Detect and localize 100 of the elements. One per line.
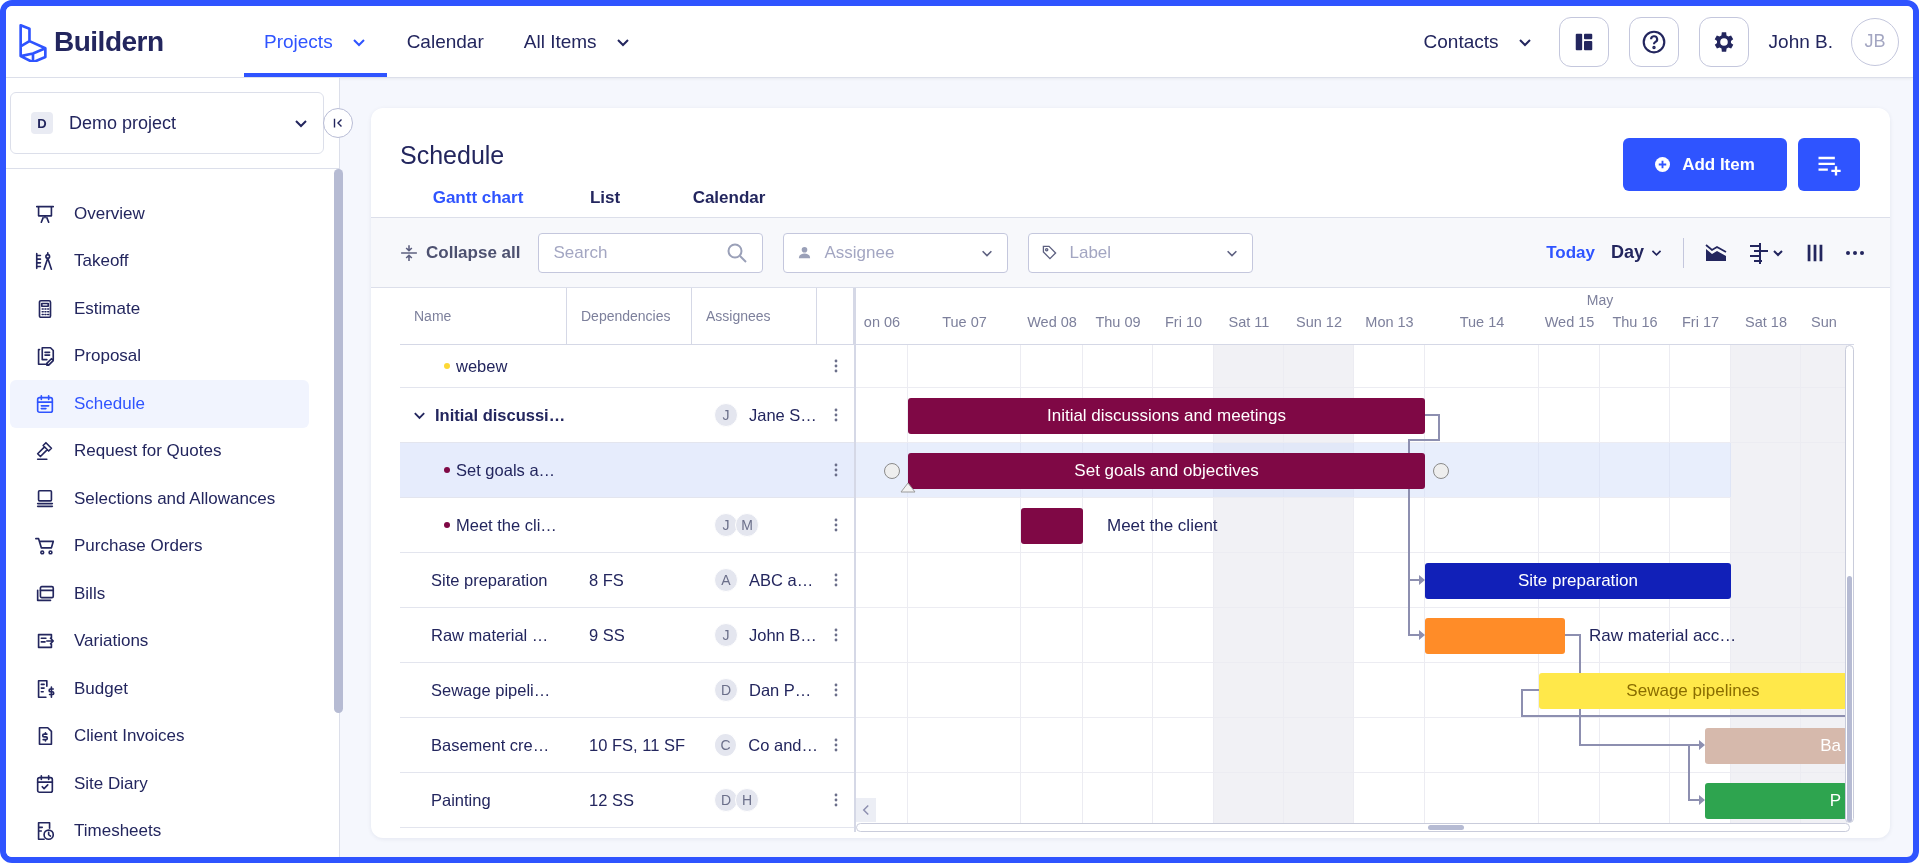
sidebar-item[interactable]: Client Invoices <box>10 712 309 760</box>
day-label: Thu 16 <box>1611 314 1659 330</box>
sidebar-item[interactable]: Proposal <box>10 332 309 380</box>
task-name: Set goals a… <box>456 460 556 480</box>
search-field[interactable]: Search <box>538 232 764 273</box>
sidebar-label: Overview <box>74 203 145 224</box>
day-label: Tue 14 <box>1458 314 1506 330</box>
assignee-avatar: H <box>735 788 759 812</box>
sidebar-label: Budget <box>74 678 128 699</box>
task-name: Site preparation <box>431 570 548 590</box>
sidebar-item[interactable]: Budget <box>10 665 309 713</box>
assignee-avatar: D <box>714 678 738 702</box>
day-label: Sat 18 <box>1744 314 1788 330</box>
task-bar[interactable]: Sewage pipelines <box>1539 672 1847 709</box>
table-row[interactable]: Basement cre… 10 FS, 11 SF C Co and… <box>400 718 854 773</box>
day-label: Sun 12 <box>1295 314 1343 330</box>
sidebar-item[interactable]: Purchase Orders <box>10 522 309 570</box>
collapse-all-button[interactable]: Collapse all <box>400 242 521 263</box>
day-label: Wed 08 <box>1026 314 1078 330</box>
month-label: May <box>1585 292 1615 308</box>
day-label: Sat 11 <box>1227 314 1271 330</box>
assignee-name: Co and… <box>748 735 818 755</box>
task-name: Meet the cli… <box>456 515 557 535</box>
sidebar-label: Proposal <box>74 346 142 367</box>
tab[interactable]: Calendar <box>654 182 804 221</box>
dependency-text: 9 SS <box>589 625 625 644</box>
bar-label: Meet the client <box>1107 514 1218 537</box>
sidebar-label: Request for Quotes <box>74 441 222 462</box>
sidebar-item[interactable]: Bills <box>10 570 309 618</box>
assignee-avatar: A <box>714 568 738 592</box>
nav-link[interactable]: All Items <box>503 6 651 77</box>
sidebar-label: Estimate <box>74 298 141 319</box>
contacts-menu[interactable]: Contacts <box>1423 30 1539 53</box>
column-header: Name <box>400 288 567 344</box>
sidebar-label: Timesheets <box>74 821 162 842</box>
assignee-select[interactable]: Assignee <box>783 232 1009 273</box>
day-label: Fri 17 <box>1680 314 1721 330</box>
assignee-name: John B… <box>749 625 817 645</box>
dependency-text: 10 FS, 11 SF <box>589 735 685 754</box>
user-name: John B. <box>1768 30 1833 53</box>
day-label: Sun <box>1810 314 1838 330</box>
assignee-avatar: D <box>714 788 738 812</box>
table-row[interactable]: Site preparation 8 FS A ABC a… <box>400 553 854 608</box>
table-row[interactable]: Meet the cli… J M <box>400 498 854 553</box>
sidebar-item[interactable]: Takeoff <box>10 237 309 285</box>
sidebar-item[interactable]: Request for Quotes <box>10 427 309 475</box>
task-bar[interactable]: Set goals and objectives <box>908 452 1425 489</box>
sidebar-label: Site Diary <box>74 773 148 794</box>
assignee-name: ABC a… <box>749 570 814 590</box>
sidebar-item[interactable]: Selections and Allowances <box>10 475 309 523</box>
dependency-text: 8 FS <box>589 570 624 589</box>
column-header: Assignees <box>692 288 817 344</box>
day-label: Tue 07 <box>941 314 988 330</box>
day-label: Wed 15 <box>1543 314 1596 330</box>
nav-link[interactable]: Calendar <box>386 6 504 77</box>
table-row[interactable]: Sewage pipeli… D Dan P… <box>400 663 854 718</box>
task-name: Painting <box>431 790 491 810</box>
task-name: Sewage pipeli… <box>431 680 551 700</box>
sidebar-label: Purchase Orders <box>74 536 203 557</box>
sidebar-label: Selections and Allowances <box>74 488 276 509</box>
sidebar-item[interactable]: Timesheets <box>10 807 309 855</box>
sidebar-item[interactable]: Variations <box>10 617 309 665</box>
table-row[interactable]: Set goals a… <box>400 443 854 498</box>
assignee-name: Jane S… <box>749 405 817 425</box>
day-label: Thu 09 <box>1094 314 1142 330</box>
project-selector[interactable]: D Demo project <box>10 92 324 154</box>
sidebar-label: Client Invoices <box>74 726 185 747</box>
assignee-avatar: J <box>714 513 738 537</box>
day-label: Fri 10 <box>1163 314 1204 330</box>
assignee-avatar: C <box>714 733 738 757</box>
add-item-button[interactable]: Add Item <box>1623 138 1787 191</box>
assignee-avatar: J <box>714 623 738 647</box>
table-row[interactable]: webew <box>400 345 854 388</box>
assignee-avatar: J <box>714 403 738 427</box>
sidebar-item[interactable]: Estimate <box>10 285 309 333</box>
assignee-name: Dan P… <box>749 680 812 700</box>
assignee-avatar: M <box>735 513 759 537</box>
label-select[interactable]: Label <box>1028 232 1254 273</box>
sidebar-label: Variations <box>74 631 149 652</box>
sidebar-label: Takeoff <box>74 251 129 272</box>
sidebar-label: Bills <box>74 583 106 604</box>
day-label: Mon 13 <box>1364 314 1415 330</box>
dependency-text: 12 SS <box>589 790 634 809</box>
task-name: Initial discussi… <box>435 405 566 425</box>
sidebar-item[interactable]: Schedule <box>10 380 309 428</box>
tab[interactable]: List <box>556 182 654 221</box>
task-bar[interactable]: Site preparation <box>1425 562 1731 599</box>
sidebar-item[interactable]: Overview <box>10 190 309 238</box>
task-name: webew <box>456 356 508 376</box>
today-button[interactable]: Today <box>1546 242 1595 263</box>
sidebar-item[interactable]: Site Diary <box>10 760 309 808</box>
task-bar[interactable]: Initial discussions and meetings <box>908 397 1425 434</box>
task-name: Basement cre… <box>431 735 550 755</box>
column-header: Dependencies <box>567 288 692 344</box>
page-title: Schedule <box>400 140 506 170</box>
table-row[interactable]: Painting 12 SS D H <box>400 773 854 828</box>
sidebar-label: Schedule <box>74 393 145 414</box>
table-row[interactable]: Raw material … 9 SS J John B… <box>400 608 854 663</box>
logo-text: Buildern <box>54 25 164 58</box>
scale-dropdown[interactable]: Day <box>1610 242 1663 263</box>
